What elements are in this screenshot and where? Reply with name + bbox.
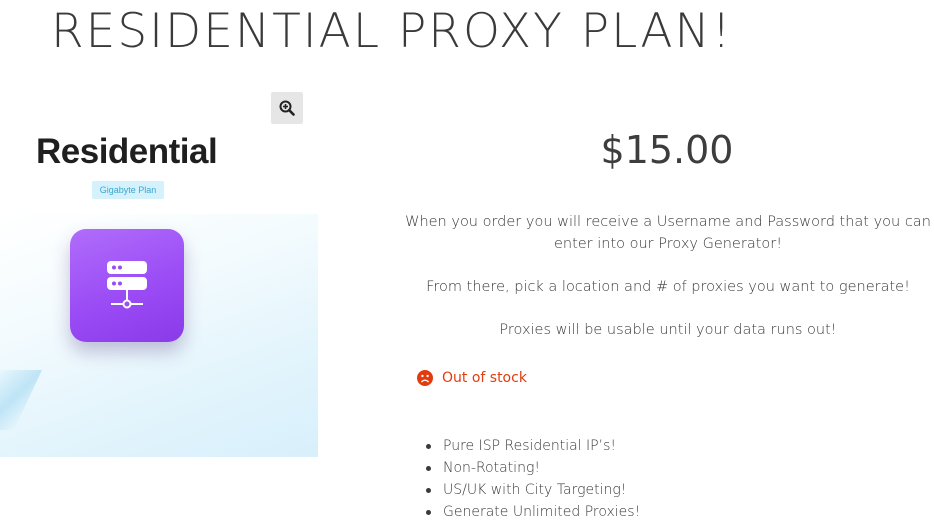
product-price: $15.00 (600, 128, 734, 172)
feature-item: Non-Rotating! (423, 457, 640, 479)
stock-status: Out of stock (417, 370, 527, 386)
product-description-1: When you order you will receive a Userna… (405, 214, 931, 252)
stock-status-text: Out of stock (442, 370, 527, 386)
feature-text: Non-Rotating! (443, 460, 540, 476)
product-image[interactable]: Residential Gigabyte Plan (0, 86, 318, 457)
server-network-icon (70, 229, 184, 342)
bullet-icon (426, 488, 431, 493)
product-description-3: Proxies will be usable until your data r… (499, 322, 837, 338)
image-heading: Residential (36, 132, 218, 171)
product-description-2: From there, pick a location and # of pro… (426, 279, 910, 295)
feature-text: Generate Unlimited Proxies! (443, 504, 641, 520)
plan-badge: Gigabyte Plan (92, 181, 164, 199)
feature-text: Pure ISP Residential IP’s! (443, 438, 616, 454)
feature-item: Pure ISP Residential IP’s! (423, 435, 640, 457)
product-page: RESIDENTIAL PROXY PLAN! Residential Giga… (0, 0, 934, 532)
feature-text: US/UK with City Targeting! (443, 482, 627, 498)
feature-item: US/UK with City Targeting! (423, 479, 640, 501)
page-title: RESIDENTIAL PROXY PLAN! (51, 4, 733, 59)
bullet-icon (426, 466, 431, 471)
bullet-icon (426, 444, 431, 449)
sad-face-icon (417, 370, 433, 386)
bullet-icon (426, 510, 431, 515)
feature-list: Pure ISP Residential IP’s! Non-Rotating!… (423, 435, 640, 523)
zoom-in-icon (279, 100, 295, 116)
zoom-button[interactable] (271, 92, 303, 124)
feature-item: Generate Unlimited Proxies! (423, 501, 640, 523)
